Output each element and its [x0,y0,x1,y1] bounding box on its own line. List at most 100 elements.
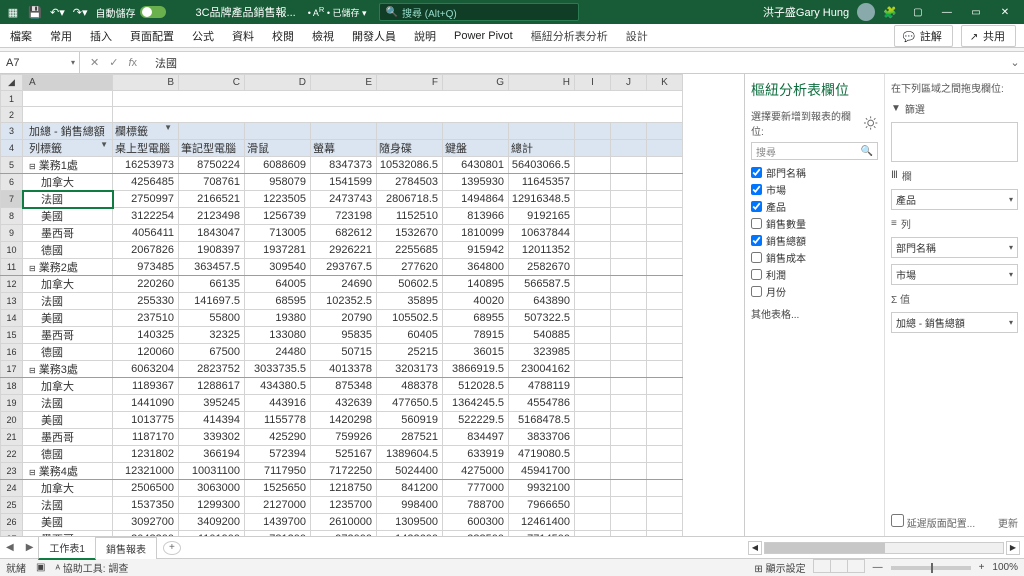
tab-formulas[interactable]: 公式 [190,24,216,48]
cell[interactable]: 3063000 [179,480,245,497]
cell[interactable]: 1441090 [113,395,179,412]
cell[interactable]: 2123498 [179,208,245,225]
cell[interactable]: 2255685 [377,242,443,259]
cell[interactable]: 1525650 [245,480,311,497]
formula-input[interactable]: 法國 [147,55,1006,71]
zoom-level[interactable]: 100% [992,562,1018,573]
cell[interactable]: 德國 [23,446,113,463]
cell[interactable]: 1187170 [113,429,179,446]
cell[interactable]: 32325 [179,327,245,344]
cell[interactable]: 220260 [113,276,179,293]
enter-formula-icon[interactable]: ✓ [109,56,118,69]
user-name[interactable]: 洪子盛Gary Hung [763,4,849,20]
cell[interactable]: 781200 [245,531,311,537]
cell[interactable]: 682612 [311,225,377,242]
filter-area[interactable] [891,122,1018,162]
cell[interactable]: 395245 [179,395,245,412]
field-checkbox[interactable]: 銷售總額 [751,232,878,249]
cell[interactable]: 25215 [377,344,443,361]
cell[interactable]: 2473743 [311,191,377,208]
cell[interactable]: 50715 [311,344,377,361]
col-filter-icon[interactable]: ▼ [164,123,174,132]
cell[interactable]: 759926 [311,429,377,446]
cell[interactable]: 4013378 [311,361,377,378]
undo-icon[interactable]: ↶▾ [50,6,65,19]
tab-home[interactable]: 常用 [48,24,74,48]
cell[interactable]: 7966650 [509,497,575,514]
tab-nav-next-icon[interactable]: ▶ [20,542,40,553]
autosave-toggle[interactable]: 自動儲存 [96,5,166,20]
macro-record-icon[interactable]: ▣ [36,562,45,573]
field-checkbox[interactable]: 利潤 [751,266,878,283]
cell[interactable]: 1422600 [377,531,443,537]
ribbon-display-icon[interactable]: ▢ [905,7,931,18]
cell[interactable]: 1420298 [311,412,377,429]
cell[interactable]: 24480 [245,344,311,361]
col-header[interactable]: H [509,75,575,91]
cell[interactable]: 293767.5 [311,259,377,276]
cell[interactable]: 1013775 [113,412,179,429]
cell[interactable]: 1299300 [179,497,245,514]
cell[interactable]: 12011352 [509,242,575,259]
cell[interactable]: 9192165 [509,208,575,225]
cell[interactable]: 788700 [443,497,509,514]
cell[interactable]: 141697.5 [179,293,245,310]
cell[interactable]: 434380.5 [245,378,311,395]
cell[interactable]: 7714500 [509,531,575,537]
cell[interactable]: 美國 [23,514,113,531]
h-scrollbar[interactable]: ◀ ▶ [748,541,1024,555]
cell[interactable]: 墨西哥 [23,225,113,242]
cell[interactable]: 425290 [245,429,311,446]
cell[interactable]: 388500 [443,531,509,537]
cell[interactable]: 1389604.5 [377,446,443,463]
cell[interactable]: 墨西哥 [23,327,113,344]
spreadsheet-grid[interactable]: ◢ A B C D E F G H I J K 1 2 3 加總 - 銷售總額 [0,74,744,536]
cell[interactable]: 10637844 [509,225,575,242]
cell[interactable]: 1494864 [443,191,509,208]
cell[interactable]: 1537350 [113,497,179,514]
cell[interactable]: 507322.5 [509,310,575,327]
cell[interactable]: 998400 [377,497,443,514]
cell[interactable]: 572394 [245,446,311,463]
comments-button[interactable]: 💬 註解 [894,25,953,47]
tab-powerpivot[interactable]: Power Pivot [452,26,515,46]
cell[interactable]: 102352.5 [311,293,377,310]
cell[interactable]: 105502.5 [377,310,443,327]
cell[interactable]: 339302 [179,429,245,446]
cell[interactable]: 法國 [23,191,113,208]
cell[interactable]: 915942 [443,242,509,259]
cell[interactable]: 8750224 [179,157,245,174]
cell[interactable]: 加拿大 [23,276,113,293]
col-header[interactable]: G [443,75,509,91]
cell[interactable]: 1810099 [443,225,509,242]
tab-review[interactable]: 校閱 [270,24,296,48]
cell[interactable]: 477650.5 [377,395,443,412]
cell[interactable]: 德國 [23,344,113,361]
cell[interactable]: 3833706 [509,429,575,446]
cell[interactable]: 140895 [443,276,509,293]
tab-file[interactable]: 檔案 [8,24,34,48]
cell[interactable]: 414394 [179,412,245,429]
cell[interactable]: 1395930 [443,174,509,191]
cell[interactable]: 133080 [245,327,311,344]
cell[interactable]: 50602.5 [377,276,443,293]
cell[interactable]: 12916348.5 [509,191,575,208]
cell[interactable]: ⊟ 業務3處 [23,361,113,378]
cell[interactable]: 4056411 [113,225,179,242]
cell[interactable]: 5024400 [377,463,443,480]
field-search[interactable]: 搜尋🔍 [751,142,878,160]
cell[interactable]: 488378 [377,378,443,395]
accessibility[interactable]: ᴬ 協助工具: 調查 [55,560,128,575]
cell[interactable]: 2784503 [377,174,443,191]
rows-area-1[interactable]: 部門名稱▾ [891,237,1018,258]
zoom-in-icon[interactable]: + [979,562,985,573]
cell[interactable]: 6063204 [113,361,179,378]
cell[interactable]: 8347373 [311,157,377,174]
cell[interactable]: 24690 [311,276,377,293]
cell[interactable]: 10031100 [179,463,245,480]
cell[interactable]: 2926221 [311,242,377,259]
cell[interactable]: 287521 [377,429,443,446]
cell[interactable]: 法國 [23,293,113,310]
cell[interactable]: 35895 [377,293,443,310]
avatar[interactable] [857,3,875,21]
